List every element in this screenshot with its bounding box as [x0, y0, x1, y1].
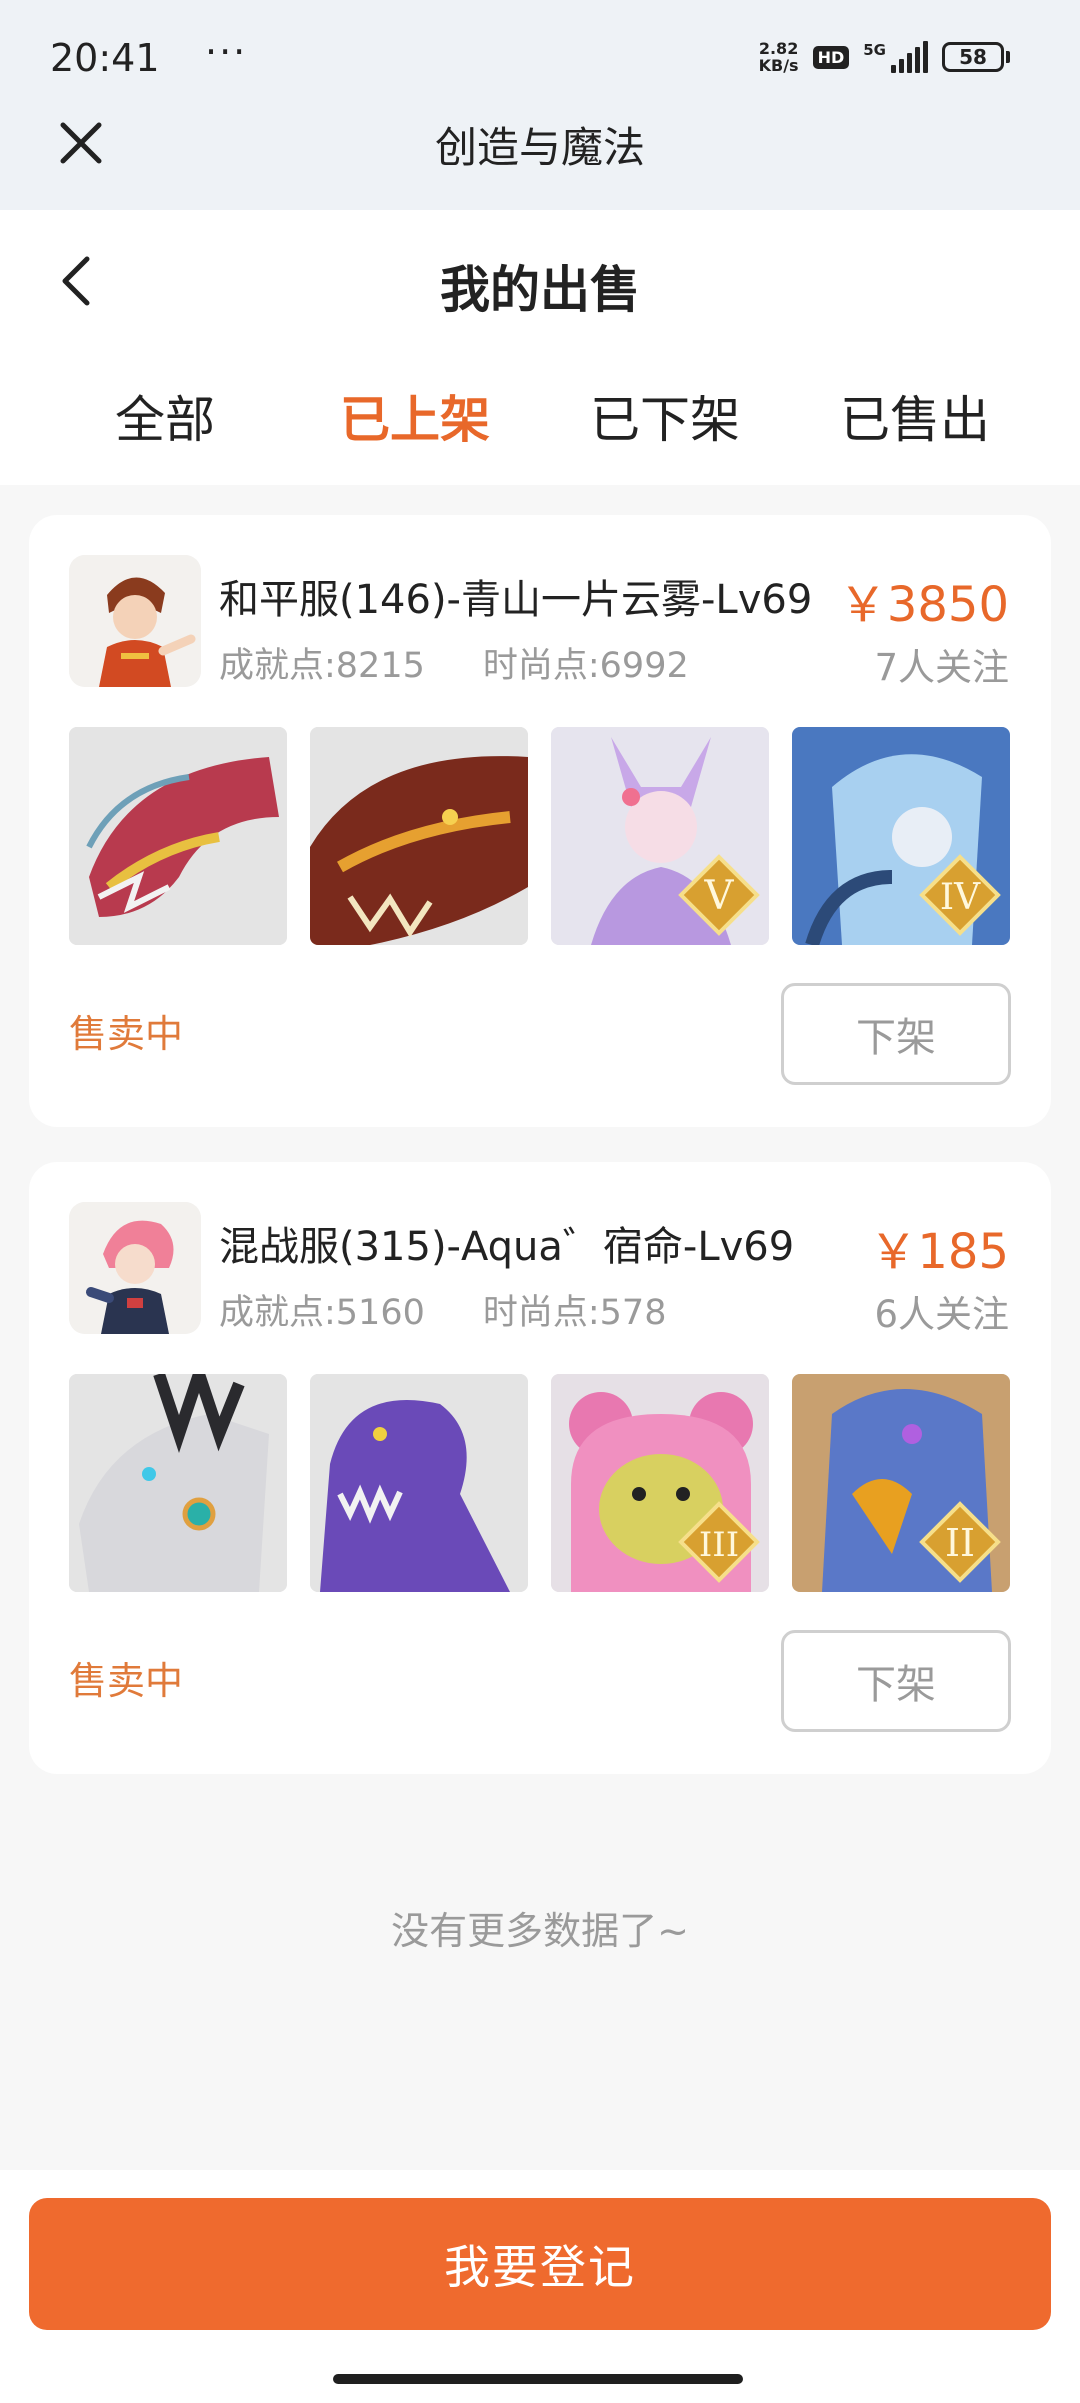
listing-card[interactable]: 混战服(315)-Aqua゛宿命-Lv69 成就点:5160 时尚点:578 ￥1… [29, 1162, 1051, 1774]
page-title: 我的出售 [440, 261, 640, 319]
status-more-dots: ··· [205, 30, 248, 74]
achievement-points: 成就点:8215 [219, 646, 425, 686]
top-area: 20:41 ··· 2.82 KB/s HD 5G 58 创造与魔法 [0, 0, 1080, 210]
network-speed: 2.82 KB/s [759, 40, 799, 74]
home-indicator[interactable] [333, 2374, 743, 2384]
battery-icon: 58 [942, 42, 1010, 72]
item-thumbnails: V IV [69, 727, 1011, 945]
tab-bar: 全部 已上架 已下架 已售出 [0, 380, 1080, 460]
tier-badge-icon: II [919, 1501, 1001, 1583]
listing-status: 售卖中 [69, 1012, 184, 1056]
pink-bear-thumbnail[interactable]: III [551, 1374, 769, 1592]
listing-status: 售卖中 [69, 1659, 184, 1703]
network-speed-value: 2.82 [758, 39, 799, 58]
signal-type: 5G [863, 41, 886, 59]
bottom-bar: 我要登记 [0, 2170, 1080, 2403]
fashion-points: 时尚点:6992 [482, 646, 689, 686]
hd-badge: HD [812, 45, 850, 69]
delist-button[interactable]: 下架 [781, 983, 1011, 1085]
character-avatar [69, 1202, 201, 1334]
tab-delisted[interactable]: 已下架 [540, 380, 790, 452]
listing-title: 和平服(146)-青山一片云雾-Lv69 [219, 577, 813, 623]
mech-wolf-thumbnail[interactable] [69, 1374, 287, 1592]
register-button[interactable]: 我要登记 [29, 2198, 1051, 2330]
miniapp-header: 创造与魔法 [0, 100, 1080, 210]
follower-count: 6人关注 [874, 1293, 1009, 1336]
dragon-mount-thumbnail[interactable] [69, 727, 287, 945]
listing-price: ￥185 [869, 1224, 1009, 1280]
battery-level: 58 [942, 42, 1004, 72]
character-avatar [69, 555, 201, 687]
app-title: 创造与魔法 [434, 123, 645, 172]
fox-girl-thumbnail[interactable]: V [551, 727, 769, 945]
tier-badge-icon: V [678, 854, 760, 936]
no-more-data: 没有更多数据了~ [391, 1909, 689, 1953]
svg-text:III: III [699, 1525, 739, 1565]
fire-dragon-thumbnail[interactable] [310, 727, 528, 945]
status-time: 20:41 [50, 36, 160, 80]
svg-text:IV: IV [940, 877, 981, 918]
svg-text:V: V [704, 873, 735, 919]
item-thumbnails: III II [69, 1374, 1011, 1592]
achievement-points: 成就点:5160 [219, 1293, 425, 1333]
purple-dinosaur-thumbnail[interactable] [310, 1374, 528, 1592]
status-icons: 2.82 KB/s HD 5G 58 [759, 40, 1010, 74]
ice-warrior-thumbnail[interactable]: IV [792, 727, 1010, 945]
listing-title: 混战服(315)-Aqua゛宿命-Lv69 [219, 1224, 795, 1270]
listing-stats: 成就点:5160 时尚点:578 [219, 1284, 666, 1335]
signal-icon: 5G [863, 41, 928, 73]
svg-text:II: II [945, 1521, 975, 1565]
listing-stats: 成就点:8215 时尚点:6992 [219, 637, 689, 688]
listing-price: ￥3850 [838, 577, 1009, 633]
tab-sold[interactable]: 已售出 [790, 380, 1040, 452]
tier-badge-icon: IV [919, 854, 1001, 936]
tab-all[interactable]: 全部 [40, 380, 290, 452]
delist-button[interactable]: 下架 [781, 1630, 1011, 1732]
griffin-thumbnail[interactable]: II [792, 1374, 1010, 1592]
tab-listed[interactable]: 已上架 [290, 380, 540, 452]
follower-count: 7人关注 [874, 646, 1009, 689]
tier-badge-icon: III [678, 1501, 760, 1583]
listing-card[interactable]: 和平服(146)-青山一片云雾-Lv69 成就点:8215 时尚点:6992 ￥3… [29, 515, 1051, 1127]
fashion-points: 时尚点:578 [482, 1293, 667, 1333]
network-speed-unit: KB/s [758, 56, 799, 75]
page-header: 我的出售 全部 已上架 已下架 已售出 [0, 210, 1080, 485]
